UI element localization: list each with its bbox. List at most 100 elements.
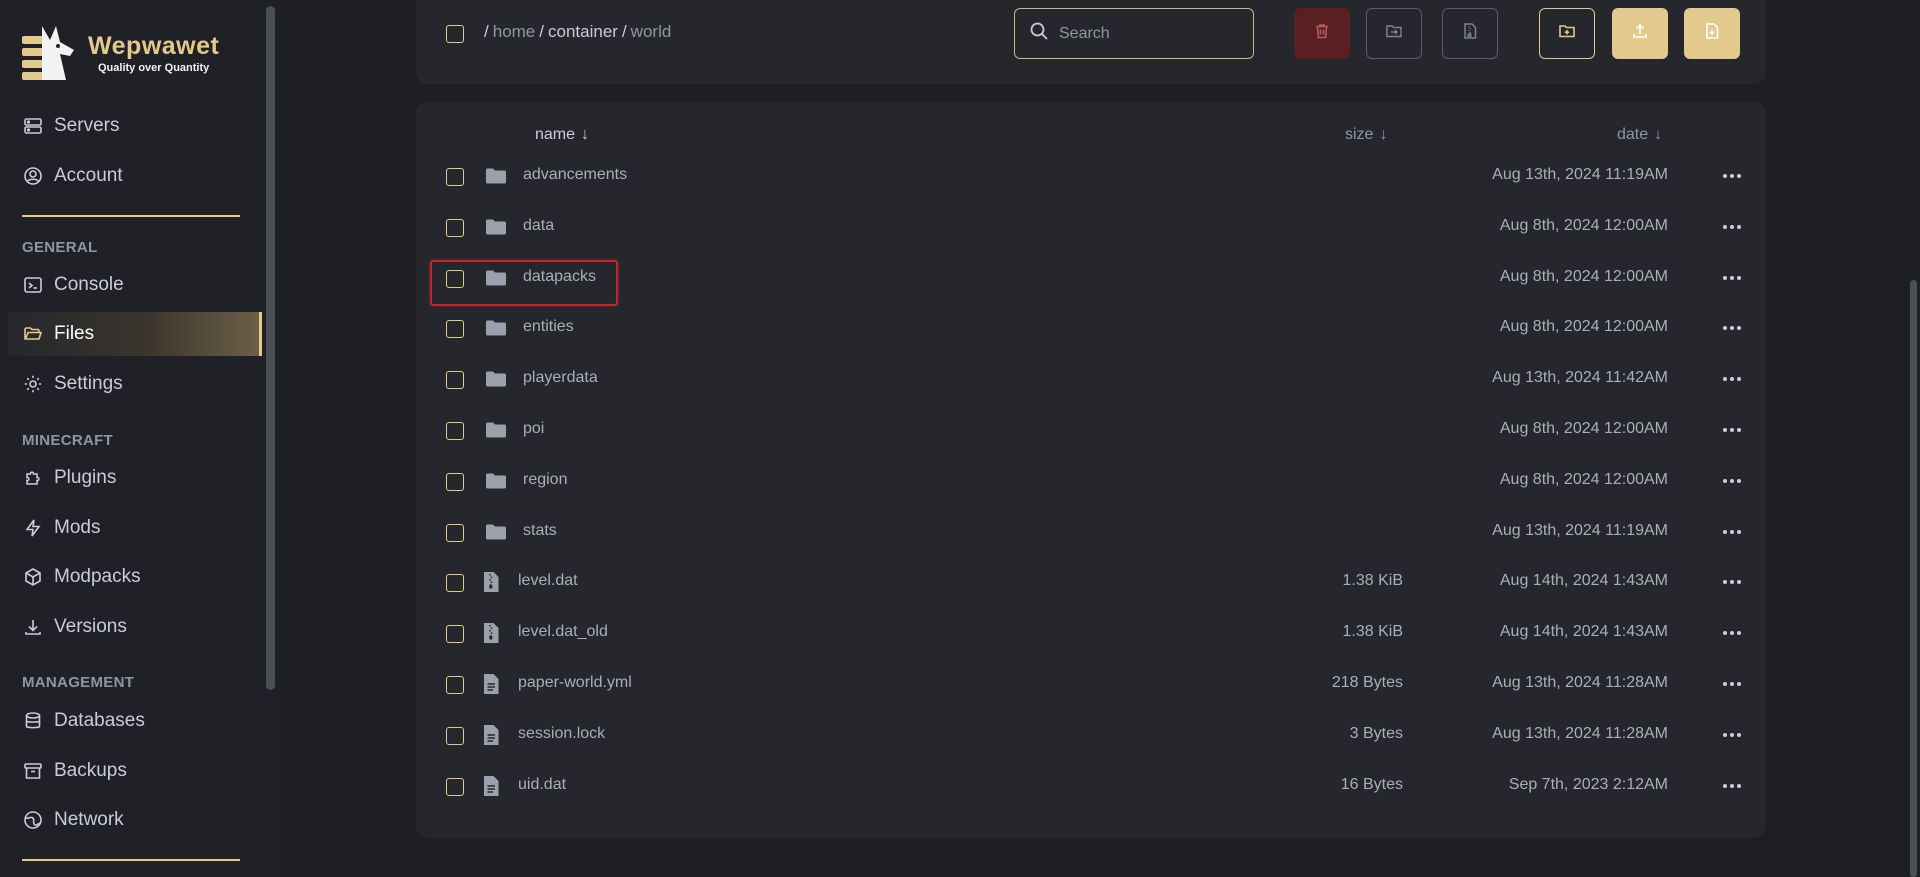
file-name[interactable]: entities [523,318,574,336]
brand-tagline: Quality over Quantity [98,62,210,74]
column-header-name[interactable]: name ↓ [535,126,589,144]
file-row-data[interactable]: data Aug 8th, 2024 12:00AM [416,197,1766,247]
file-date: Aug 13th, 2024 11:28AM [1492,674,1668,691]
breadcrumb-world: world [630,22,672,41]
sidebar-item-plugins[interactable]: Plugins [22,456,262,500]
row-checkbox[interactable] [446,726,464,745]
sidebar-item-console[interactable]: Console [22,263,262,307]
file-row-datapacks[interactable]: datapacks Aug 8th, 2024 12:00AM [416,248,1766,298]
row-checkbox[interactable] [446,371,464,390]
file-date: Sep 7th, 2023 2:12AM [1508,775,1668,793]
file-size: 218 Bytes [1331,674,1403,691]
more-options-icon[interactable] [1720,217,1744,237]
file-row-entities[interactable]: entities Aug 8th, 2024 12:00AM [416,298,1766,348]
brand-logo[interactable]: Wepwawet Quality over Quantity [20,22,240,84]
user-circle-icon [22,165,44,187]
file-name[interactable]: data [523,217,554,235]
more-options-icon[interactable] [1720,522,1744,542]
more-options-icon[interactable] [1720,369,1744,389]
more-options-icon[interactable] [1720,471,1744,491]
sidebar-item-account[interactable]: Account [22,154,262,198]
file-row-poi[interactable]: poi Aug 8th, 2024 12:00AM [416,400,1766,450]
row-checkbox[interactable] [446,168,464,186]
file-name[interactable]: region [523,471,567,489]
archive-button[interactable] [1442,8,1498,59]
more-options-icon[interactable] [1720,674,1744,694]
file-name[interactable]: poi [523,420,544,438]
more-options-icon[interactable] [1720,572,1744,592]
sidebar-item-databases[interactable]: Databases [22,699,262,743]
file-row-stats[interactable]: stats Aug 13th, 2024 11:19AM [416,502,1766,552]
folder-icon [484,367,508,391]
more-options-icon[interactable] [1720,725,1744,745]
terminal-icon [22,274,44,296]
file-name[interactable]: uid.dat [518,776,566,794]
breadcrumb-home[interactable]: home [493,22,536,41]
file-date: Aug 13th, 2024 11:28AM [1492,724,1668,742]
search-input[interactable] [1059,24,1239,43]
file-row-advancements[interactable]: advancements Aug 13th, 2024 11:19AM [416,146,1766,196]
section-title-general: GENERAL [22,239,98,256]
select-all-checkbox[interactable] [446,25,464,43]
new-folder-button[interactable] [1539,8,1595,59]
file-name[interactable]: advancements [523,166,627,184]
more-options-icon[interactable] [1720,268,1744,288]
sidebar-item-network[interactable]: Network [22,798,262,842]
row-checkbox[interactable] [446,574,464,593]
page-scrollbar[interactable] [1910,280,1917,877]
sidebar-item-versions[interactable]: Versions [22,605,262,649]
file-size: 1.38 KiB [1342,572,1403,590]
file-row-session-lock[interactable]: session.lock 3 Bytes Aug 13th, 2024 11:28A… [416,705,1766,755]
file-name[interactable]: level.dat_old [518,623,608,641]
sidebar-item-settings[interactable]: Settings [22,362,262,406]
row-checkbox[interactable] [446,676,464,694]
new-file-button[interactable] [1684,8,1740,59]
sidebar-item-servers[interactable]: Servers [22,104,262,148]
database-icon [22,710,44,732]
file-row-region[interactable]: region Aug 8th, 2024 12:00AM [416,451,1766,501]
sidebar-item-label: Servers [54,115,120,136]
file-row-level-dat-old[interactable]: level.dat_old 1.38 KiB Aug 14th, 2024 1:43… [416,603,1766,653]
upload-button[interactable] [1612,8,1668,59]
more-options-icon[interactable] [1720,166,1744,186]
more-options-icon[interactable] [1720,420,1744,440]
file-name[interactable]: stats [523,522,557,540]
file-name[interactable]: session.lock [518,725,605,743]
search-icon [1029,21,1049,46]
file-row-uid-dat[interactable]: uid.dat 16 Bytes Sep 7th, 2023 2:12AM [416,756,1766,806]
file-name[interactable]: playerdata [523,369,598,387]
row-checkbox[interactable] [446,625,464,644]
row-checkbox[interactable] [446,320,464,339]
row-checkbox[interactable] [446,472,464,491]
search-box[interactable] [1014,8,1254,59]
column-header-size[interactable]: size ↓ [1345,126,1387,144]
sidebar-item-backups[interactable]: Backups [22,749,262,793]
folder-icon [484,469,508,493]
file-row-level-dat[interactable]: level.dat 1.38 KiB Aug 14th, 2024 1:43AM [416,552,1766,602]
sidebar-divider [22,215,240,217]
sidebar-item-modpacks[interactable]: Modpacks [22,555,262,599]
sidebar-item-files[interactable]: Files [8,312,262,356]
file-row-paper-world-yml[interactable]: paper-world.yml 218 Bytes Aug 13th, 2024 1… [416,654,1766,704]
sidebar-scrollbar[interactable] [266,6,275,690]
sidebar-item-mods[interactable]: Mods [22,506,262,550]
file-text-icon [479,774,503,798]
row-checkbox[interactable] [446,218,464,237]
delete-button[interactable] [1294,8,1350,59]
move-button[interactable] [1366,8,1422,59]
sidebar-item-label: Account [54,165,123,186]
more-options-icon[interactable] [1720,776,1744,796]
sort-arrow-icon: ↓ [581,126,590,143]
column-header-date[interactable]: date ↓ [1617,126,1662,144]
breadcrumb-container[interactable]: container [548,22,618,41]
server-icon [22,115,44,137]
folder-icon [484,520,508,544]
file-name[interactable]: level.dat [518,572,578,590]
row-checkbox[interactable] [446,777,464,796]
more-options-icon[interactable] [1720,318,1744,338]
file-row-playerdata[interactable]: playerdata Aug 13th, 2024 11:42AM [416,349,1766,399]
row-checkbox[interactable] [446,523,464,542]
row-checkbox[interactable] [446,422,464,440]
more-options-icon[interactable] [1720,623,1744,643]
file-name[interactable]: paper-world.yml [518,674,632,692]
